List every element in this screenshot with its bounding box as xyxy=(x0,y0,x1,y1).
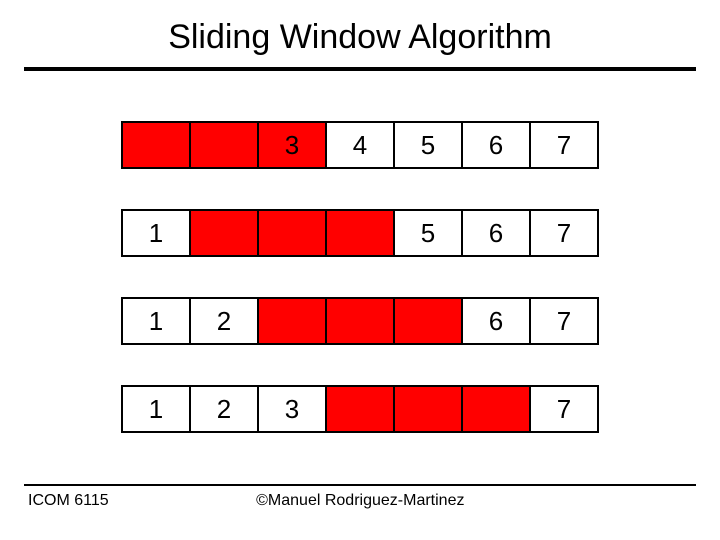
cell xyxy=(393,297,463,345)
cell: 6 xyxy=(461,209,531,257)
cell xyxy=(325,209,395,257)
cell: 7 xyxy=(529,209,599,257)
cell: 2 xyxy=(189,385,259,433)
cell: 7 xyxy=(529,385,599,433)
title-rule xyxy=(24,67,696,71)
cell xyxy=(189,121,259,169)
cell: 3 xyxy=(257,385,327,433)
footer-copyright: ©Manuel Rodriguez-Martinez xyxy=(109,492,612,510)
cell: 5 xyxy=(393,209,463,257)
cell: 3 xyxy=(257,121,327,169)
cell: 2 xyxy=(189,297,259,345)
cell: 1 xyxy=(121,209,191,257)
cell xyxy=(121,121,191,169)
window-row: 1567 xyxy=(0,209,720,257)
cell xyxy=(189,209,259,257)
footer: ICOM 6115 ©Manuel Rodriguez-Martinez xyxy=(24,484,696,510)
cell: 5 xyxy=(393,121,463,169)
footer-course-code: ICOM 6115 xyxy=(28,492,109,510)
window-row: 12 67 xyxy=(0,297,720,345)
cell: 4 xyxy=(325,121,395,169)
cell: 6 xyxy=(461,121,531,169)
cell: 6 xyxy=(461,297,531,345)
cell xyxy=(461,385,531,433)
page-title: Sliding Window Algorithm xyxy=(0,0,720,67)
cell: 7 xyxy=(529,297,599,345)
window-row: 34567 xyxy=(0,121,720,169)
sliding-window-rows: 34567156712671237 xyxy=(0,121,720,433)
footer-spacer xyxy=(612,492,692,510)
cell xyxy=(325,297,395,345)
cell: 7 xyxy=(529,121,599,169)
cell xyxy=(257,297,327,345)
cell: 1 xyxy=(121,385,191,433)
cell xyxy=(257,209,327,257)
cell: 1 xyxy=(121,297,191,345)
window-row: 123 7 xyxy=(0,385,720,433)
footer-rule xyxy=(24,484,696,486)
cell xyxy=(393,385,463,433)
cell xyxy=(325,385,395,433)
